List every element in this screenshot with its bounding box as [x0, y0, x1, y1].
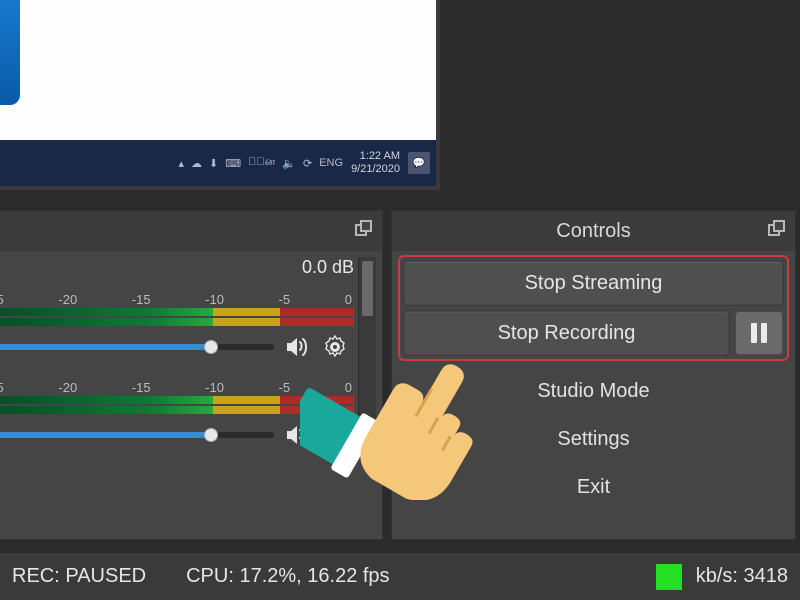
slider-thumb[interactable] [204, 340, 218, 354]
mixer-scrollbar[interactable] [358, 257, 376, 454]
scale-tick: -10 [205, 292, 224, 307]
controls-header: Controls [392, 211, 795, 251]
scale-tick: 0 [345, 292, 352, 307]
scale-tick: -5 [279, 292, 291, 307]
stop-recording-button[interactable]: Stop Recording [404, 311, 729, 355]
lang-indicator: ENG [319, 157, 343, 169]
preview-content [0, 0, 20, 105]
cloud-icon: ☁ [191, 157, 202, 170]
meter-scale: -25 -20 -15 -10 -5 0 [0, 380, 354, 396]
audio-mixer-panel: r 0.0 dB -25 -20 -15 -10 -5 0 [0, 210, 383, 540]
studio-mode-button[interactable]: Studio Mode [400, 371, 787, 411]
settings-button[interactable]: Settings [400, 419, 787, 459]
popout-icon[interactable] [354, 219, 374, 239]
exit-button[interactable]: Exit [400, 467, 787, 507]
scene-preview: ▴ ☁ ⬇ ⌨ �ின 🔈 ⟳ ENG 1:22 AM 9/21/2020 💬 [0, 0, 440, 190]
popout-icon[interactable] [767, 219, 787, 239]
volume-icon: 🔈 [282, 157, 296, 170]
speaker-icon[interactable] [282, 332, 312, 362]
tray-clock: 1:22 AM 9/21/2020 [351, 150, 400, 176]
slider-thumb[interactable] [204, 428, 218, 442]
level-meter [0, 308, 354, 326]
tray-icons: ▴ ☁ ⬇ ⌨ �ின 🔈 ⟳ ENG [178, 156, 343, 170]
highlighted-controls: Stop Streaming Stop Recording [398, 255, 789, 361]
scale-tick: -20 [58, 380, 77, 395]
level-meter [0, 396, 354, 414]
volume-slider[interactable] [0, 344, 274, 350]
scale-tick: -15 [132, 380, 151, 395]
tray-up-icon: ▴ [178, 157, 184, 170]
controls-panel: Controls Stop Streaming Stop Recording S… [391, 210, 796, 540]
stream-health-indicator [656, 564, 682, 590]
scale-tick: -5 [279, 380, 291, 395]
mixer-channel: -25 -20 -15 -10 -5 0 [0, 286, 358, 366]
gear-icon[interactable] [320, 420, 350, 450]
sync-icon: ⟳ [303, 157, 312, 170]
scale-tick: -25 [0, 292, 4, 307]
volume-slider[interactable] [0, 432, 274, 438]
gear-icon[interactable] [320, 332, 350, 362]
scale-tick: -25 [0, 380, 4, 395]
mixer-body: 0.0 dB -25 -20 -15 -10 -5 0 [0, 251, 382, 454]
cpu-status: CPU: 17.2%, 16.22 fps [186, 565, 389, 588]
pause-recording-button[interactable] [735, 311, 783, 355]
scale-tick: -10 [205, 380, 224, 395]
wifi-icon: �ின [248, 156, 275, 170]
keyboard-icon: ⌨ [225, 157, 241, 170]
scale-tick: -20 [58, 292, 77, 307]
speaker-icon[interactable] [282, 420, 312, 450]
download-icon: ⬇ [209, 157, 218, 170]
bitrate-status: kb/s: 3418 [696, 565, 788, 588]
scale-tick: -15 [132, 292, 151, 307]
status-bar: REC: PAUSED CPU: 17.2%, 16.22 fps kb/s: … [0, 552, 800, 600]
scrollbar-thumb[interactable] [362, 261, 373, 316]
notifications-icon: 💬 [408, 152, 430, 174]
db-value: 0.0 dB [0, 257, 358, 278]
meter-scale: -25 -20 -15 -10 -5 0 [0, 292, 354, 308]
mixer-channel: -25 -20 -15 -10 -5 0 [0, 374, 358, 454]
stop-streaming-button[interactable]: Stop Streaming [404, 261, 783, 305]
tray-time: 1:22 AM [351, 150, 400, 163]
scale-tick: 0 [345, 380, 352, 395]
recording-status: REC: PAUSED [12, 565, 146, 588]
mixer-header: r [0, 211, 382, 251]
bottom-panels: r 0.0 dB -25 -20 -15 -10 -5 0 [0, 210, 800, 540]
preview-taskbar: ▴ ☁ ⬇ ⌨ �ின 🔈 ⟳ ENG 1:22 AM 9/21/2020 💬 [0, 140, 436, 186]
tray-date: 9/21/2020 [351, 163, 400, 176]
controls-title: Controls [556, 220, 630, 243]
